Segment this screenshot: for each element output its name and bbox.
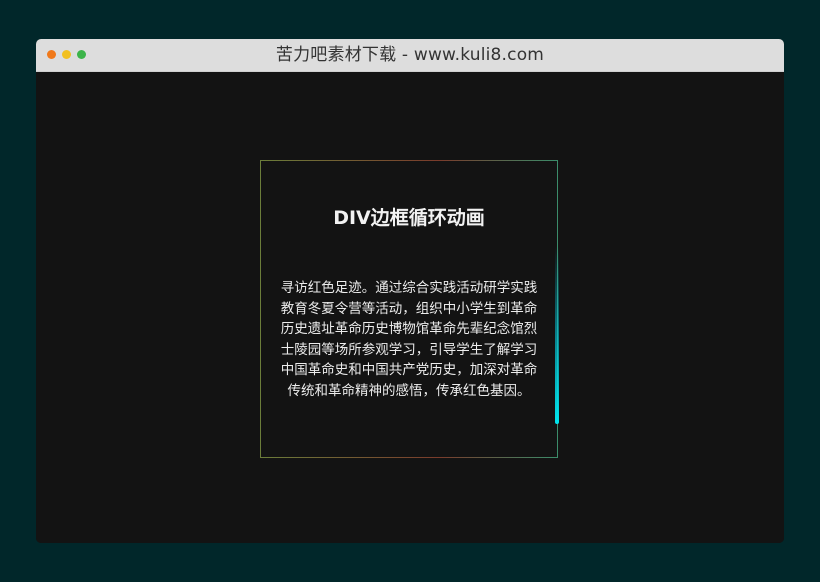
browser-window: 苦力吧素材下载 - www.kuli8.com DIV边框循环动画 寻访红色足迹… [36, 39, 784, 543]
title-bar: 苦力吧素材下载 - www.kuli8.com [36, 39, 784, 72]
border-animation-line [555, 246, 559, 424]
window-title: 苦力吧素材下载 - www.kuli8.com [275, 45, 545, 65]
page-content: DIV边框循环动画 寻访红色足迹。通过综合实践活动研学实践教育冬夏令营等活动，组… [36, 72, 784, 543]
card-text: 寻访红色足迹。通过综合实践活动研学实践教育冬夏令营等活动，组织中小学生到革命历史… [280, 280, 538, 399]
card-title: DIV边框循环动画 [333, 207, 485, 229]
animated-border-card: DIV边框循环动画 寻访红色足迹。通过综合实践活动研学实践教育冬夏令营等活动，组… [260, 160, 559, 458]
